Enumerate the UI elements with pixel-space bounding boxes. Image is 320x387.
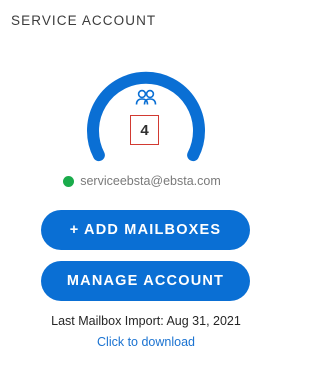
service-account-panel: SERVICE ACCOUNT 4 serviceebsta@ebsta.com… — [0, 0, 292, 387]
mailbox-count: 4 — [130, 115, 159, 145]
manage-account-button[interactable]: MANAGE ACCOUNT — [41, 261, 250, 301]
status-indicator-icon — [63, 175, 75, 187]
last-import-text: Last Mailbox Import: Aug 31, 2021 — [51, 314, 241, 328]
mailbox-gauge-arc — [87, 71, 205, 162]
panel-title: SERVICE ACCOUNT — [11, 13, 157, 28]
account-status-row: serviceebsta@ebsta.com — [0, 173, 292, 189]
users-icon — [135, 89, 157, 107]
account-email: serviceebsta@ebsta.com — [80, 174, 221, 188]
download-link[interactable]: Click to download — [0, 335, 292, 349]
add-mailboxes-button[interactable]: + ADD MAILBOXES — [41, 210, 250, 250]
